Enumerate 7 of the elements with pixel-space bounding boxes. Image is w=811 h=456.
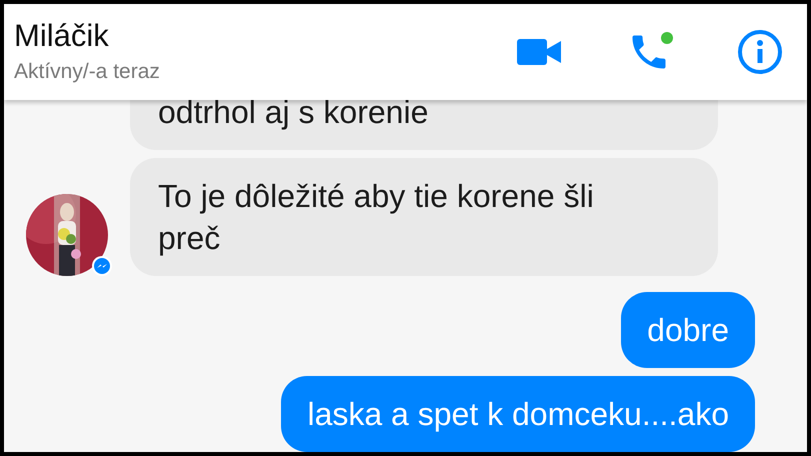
contact-name: Miláčik (14, 17, 110, 55)
incoming-message: To je dôležité aby tie korene šli preč (130, 158, 718, 276)
messenger-badge-icon (92, 256, 112, 276)
outgoing-message: laska a spet k domceku....ako (281, 376, 755, 452)
info-icon[interactable] (737, 29, 783, 75)
video-camera-icon[interactable] (517, 39, 561, 65)
outgoing-message: dobre (621, 292, 755, 368)
